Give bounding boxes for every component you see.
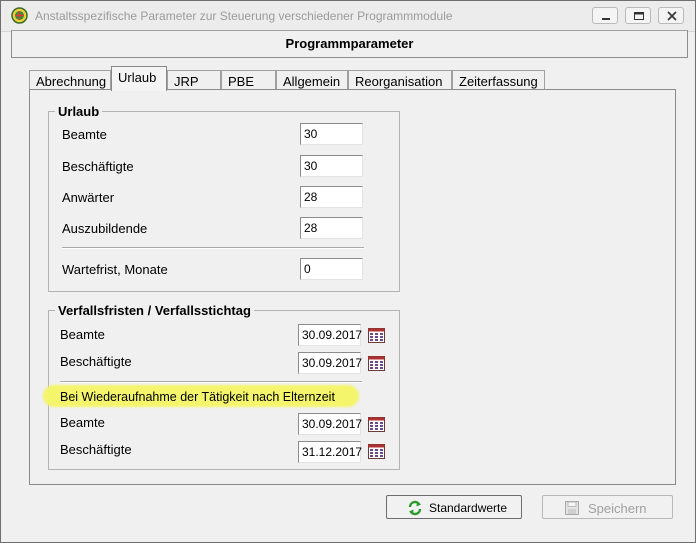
- urlaub-auszubildende-input[interactable]: 28: [300, 217, 363, 239]
- elternzeit-beamte-date-input[interactable]: 30.09.2017: [298, 413, 362, 435]
- tab-jrp[interactable]: JRP: [167, 70, 221, 90]
- tab-urlaub[interactable]: Urlaub: [111, 66, 167, 91]
- calendar-icon[interactable]: [368, 355, 385, 371]
- verfall-beschaeftigte-label: Beschäftigte: [60, 354, 132, 369]
- elternzeit-beschaeftigte-label: Beschäftigte: [60, 442, 132, 457]
- verfall-beschaeftigte-date-input[interactable]: 30.09.2017: [298, 352, 362, 374]
- wartefrist-label: Wartefrist, Monate: [62, 262, 168, 277]
- maximize-button[interactable]: [625, 7, 651, 24]
- tab-reorganisation[interactable]: Reorganisation: [348, 70, 452, 90]
- tab-allgemein[interactable]: Allgemein: [276, 70, 348, 90]
- standardwerte-button[interactable]: Standardwerte: [386, 495, 522, 519]
- urlaub-beamte-label: Beamte: [62, 127, 107, 142]
- title-bar: Anstaltsspezifische Parameter zur Steuer…: [1, 1, 695, 32]
- urlaub-anwaerter-label: Anwärter: [62, 190, 115, 205]
- verfall-group-title: Verfallsfristen / Verfallsstichtag: [55, 303, 254, 318]
- elternzeit-beschaeftigte-date-input[interactable]: 31.12.2017: [298, 441, 362, 463]
- close-icon: [667, 11, 677, 21]
- urlaub-anwaerter-input[interactable]: 28: [300, 186, 363, 208]
- elternzeit-label: Bei Wiederaufnahme der Tätigkeit nach El…: [60, 390, 335, 404]
- elternzeit-beamte-label: Beamte: [60, 415, 105, 430]
- close-button[interactable]: [658, 7, 684, 24]
- wartefrist-input[interactable]: 0: [300, 258, 363, 280]
- tab-abrechnung[interactable]: Abrechnung: [29, 70, 111, 90]
- minimize-button[interactable]: [592, 7, 618, 24]
- calendar-icon[interactable]: [368, 416, 385, 432]
- minimize-icon: [602, 18, 610, 20]
- urlaub-auszubildende-label: Auszubildende: [62, 221, 148, 236]
- verfall-separator: [60, 381, 362, 383]
- standardwerte-button-label: Standardwerte: [429, 501, 508, 515]
- urlaub-beschaeftigte-input[interactable]: 30: [300, 155, 363, 177]
- urlaub-beschaeftigte-label: Beschäftigte: [62, 159, 134, 174]
- calendar-icon[interactable]: [368, 443, 385, 459]
- speichern-button-label: Speichern: [588, 501, 647, 516]
- main-window: Anstaltsspezifische Parameter zur Steuer…: [0, 0, 696, 543]
- urlaub-beamte-input[interactable]: 30: [300, 123, 363, 145]
- verfall-beamte-date-input[interactable]: 30.09.2017: [298, 324, 362, 346]
- app-icon: [11, 7, 28, 24]
- window-title: Anstaltsspezifische Parameter zur Steuer…: [35, 9, 453, 23]
- refresh-icon: [408, 500, 422, 516]
- page-header: Programmparameter: [11, 30, 688, 58]
- maximize-icon: [634, 12, 644, 20]
- save-icon: [565, 501, 579, 515]
- speichern-button[interactable]: Speichern: [542, 495, 673, 519]
- tab-pbe[interactable]: PBE: [221, 70, 276, 90]
- verfall-beamte-label: Beamte: [60, 327, 105, 342]
- tab-zeiterfassung[interactable]: Zeiterfassung: [452, 70, 545, 90]
- urlaub-group-title: Urlaub: [55, 104, 103, 119]
- page-title: Programmparameter: [285, 36, 414, 51]
- urlaub-separator: [62, 247, 364, 249]
- calendar-icon[interactable]: [368, 327, 385, 343]
